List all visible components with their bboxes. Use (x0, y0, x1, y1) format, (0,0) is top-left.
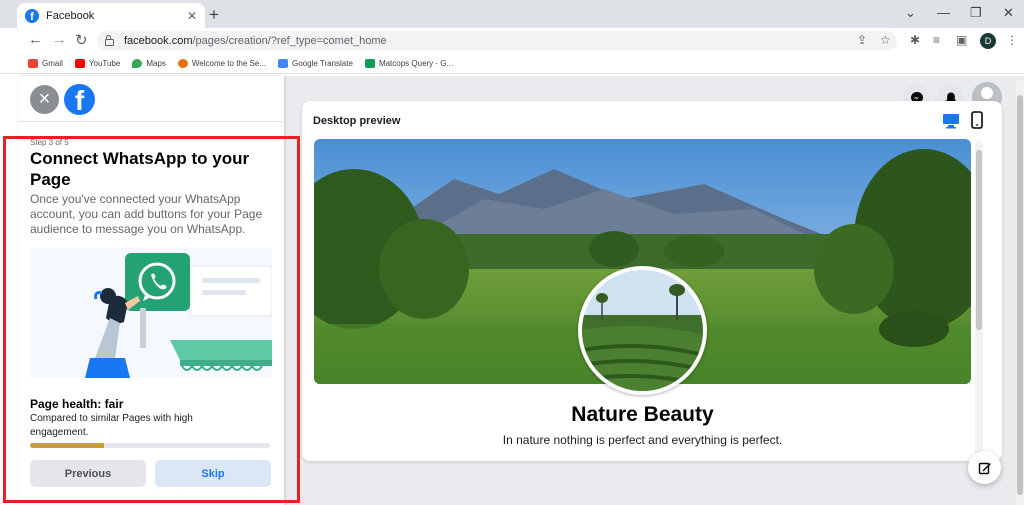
url-path: /pages/creation/?ref_type=comet_home (192, 35, 387, 47)
menu-icon[interactable]: ⋮ (1006, 33, 1018, 47)
page-health-fill (30, 443, 105, 448)
site-icon (177, 59, 188, 68)
bookmark-welcome[interactable]: Welcome to the Se... (177, 59, 266, 68)
bookmark-label: Google Translate (292, 59, 353, 68)
facebook-favicon-icon: f (25, 8, 39, 23)
bookmark-label: Maps (146, 59, 166, 68)
preview-label: Desktop preview (313, 115, 401, 127)
bookmark-label: Gmail (42, 59, 63, 68)
tab-close-icon[interactable]: ✕ (187, 9, 197, 23)
tab-search-icon[interactable]: ⌄ (905, 5, 916, 21)
desktop-view-icon[interactable] (942, 113, 960, 134)
page-title: Connect WhatsApp to your Page (30, 149, 250, 189)
restore-icon[interactable]: ❐ (970, 5, 982, 21)
close-window-icon[interactable]: ✕ (1003, 5, 1014, 21)
bookmark-star-icon[interactable]: ☆ (880, 33, 891, 47)
youtube-icon (74, 59, 85, 68)
facebook-logo-icon[interactable]: f (64, 84, 95, 115)
maps-icon (132, 59, 143, 68)
browser-tab-strip: f Facebook ✕ + ⌄ — ❐ ✕ (0, 0, 1024, 28)
bookmark-label: Welcome to the Se... (191, 59, 266, 68)
url-host: facebook.com (124, 35, 193, 47)
lock-icon (105, 35, 114, 46)
step-description: Once you've connected your WhatsApp acco… (30, 192, 263, 236)
address-bar: ← → ↻ facebook.com/pages/creation/?ref_t… (0, 28, 1024, 54)
side-panel-icon[interactable]: ▣ (956, 33, 967, 47)
extensions-icon[interactable]: ✱ (910, 33, 920, 47)
page-health-subtitle: Compared to similar Pages with high enga… (30, 413, 193, 438)
skip-button[interactable]: Skip (155, 460, 271, 487)
edit-icon (978, 462, 991, 474)
url-input[interactable]: facebook.com/pages/creation/?ref_type=co… (97, 31, 897, 51)
reading-list-icon[interactable]: ≡ (933, 33, 940, 47)
page-health-title: Page health: fair (30, 397, 124, 411)
browser-tab[interactable]: f Facebook ✕ (17, 3, 205, 28)
close-icon[interactable]: × (30, 85, 59, 114)
panel-header: × f (18, 76, 284, 122)
new-tab-icon[interactable]: + (209, 5, 219, 25)
page-health-bar (30, 443, 270, 448)
profile-avatar[interactable]: D (980, 33, 996, 49)
page-name: Nature Beauty (571, 403, 714, 426)
gmail-icon (28, 59, 38, 68)
bookmark-label: YouTube (88, 59, 121, 68)
step-indicator: Step 3 of 5 (30, 138, 69, 147)
back-icon[interactable]: ← (28, 31, 43, 48)
preview-scrollbar-thumb[interactable] (976, 150, 982, 330)
translate-icon (278, 59, 288, 68)
bookmark-maps[interactable]: Maps (132, 59, 166, 68)
page-scrollbar-thumb[interactable] (1017, 95, 1023, 495)
mobile-view-icon[interactable] (971, 111, 983, 134)
minimize-icon[interactable]: — (937, 5, 950, 20)
bookmarks-bar: Gmail YouTube Maps Welcome to the Se... … (0, 54, 1024, 74)
whatsapp-illustration (30, 248, 272, 378)
reload-icon[interactable]: ↻ (75, 31, 88, 49)
page-tagline: In nature nothing is perfect and everyth… (502, 433, 783, 447)
profile-picture[interactable] (578, 266, 707, 395)
bookmark-youtube[interactable]: YouTube (74, 59, 121, 68)
url-text: facebook.com/pages/creation/?ref_type=co… (124, 35, 387, 47)
bookmark-label: Matcops Query - G... (378, 59, 454, 68)
sheets-icon (364, 59, 375, 68)
edit-button[interactable] (968, 451, 1001, 484)
bookmark-gmail[interactable]: Gmail (28, 59, 63, 68)
previous-button[interactable]: Previous (30, 460, 146, 487)
tab-title: Facebook (46, 9, 95, 22)
bookmark-matcops[interactable]: Matcops Query - G... (364, 59, 454, 68)
bookmark-google-translate[interactable]: Google Translate (278, 59, 353, 68)
forward-icon[interactable]: → (52, 31, 67, 48)
share-icon[interactable]: ⇪ (857, 33, 867, 47)
